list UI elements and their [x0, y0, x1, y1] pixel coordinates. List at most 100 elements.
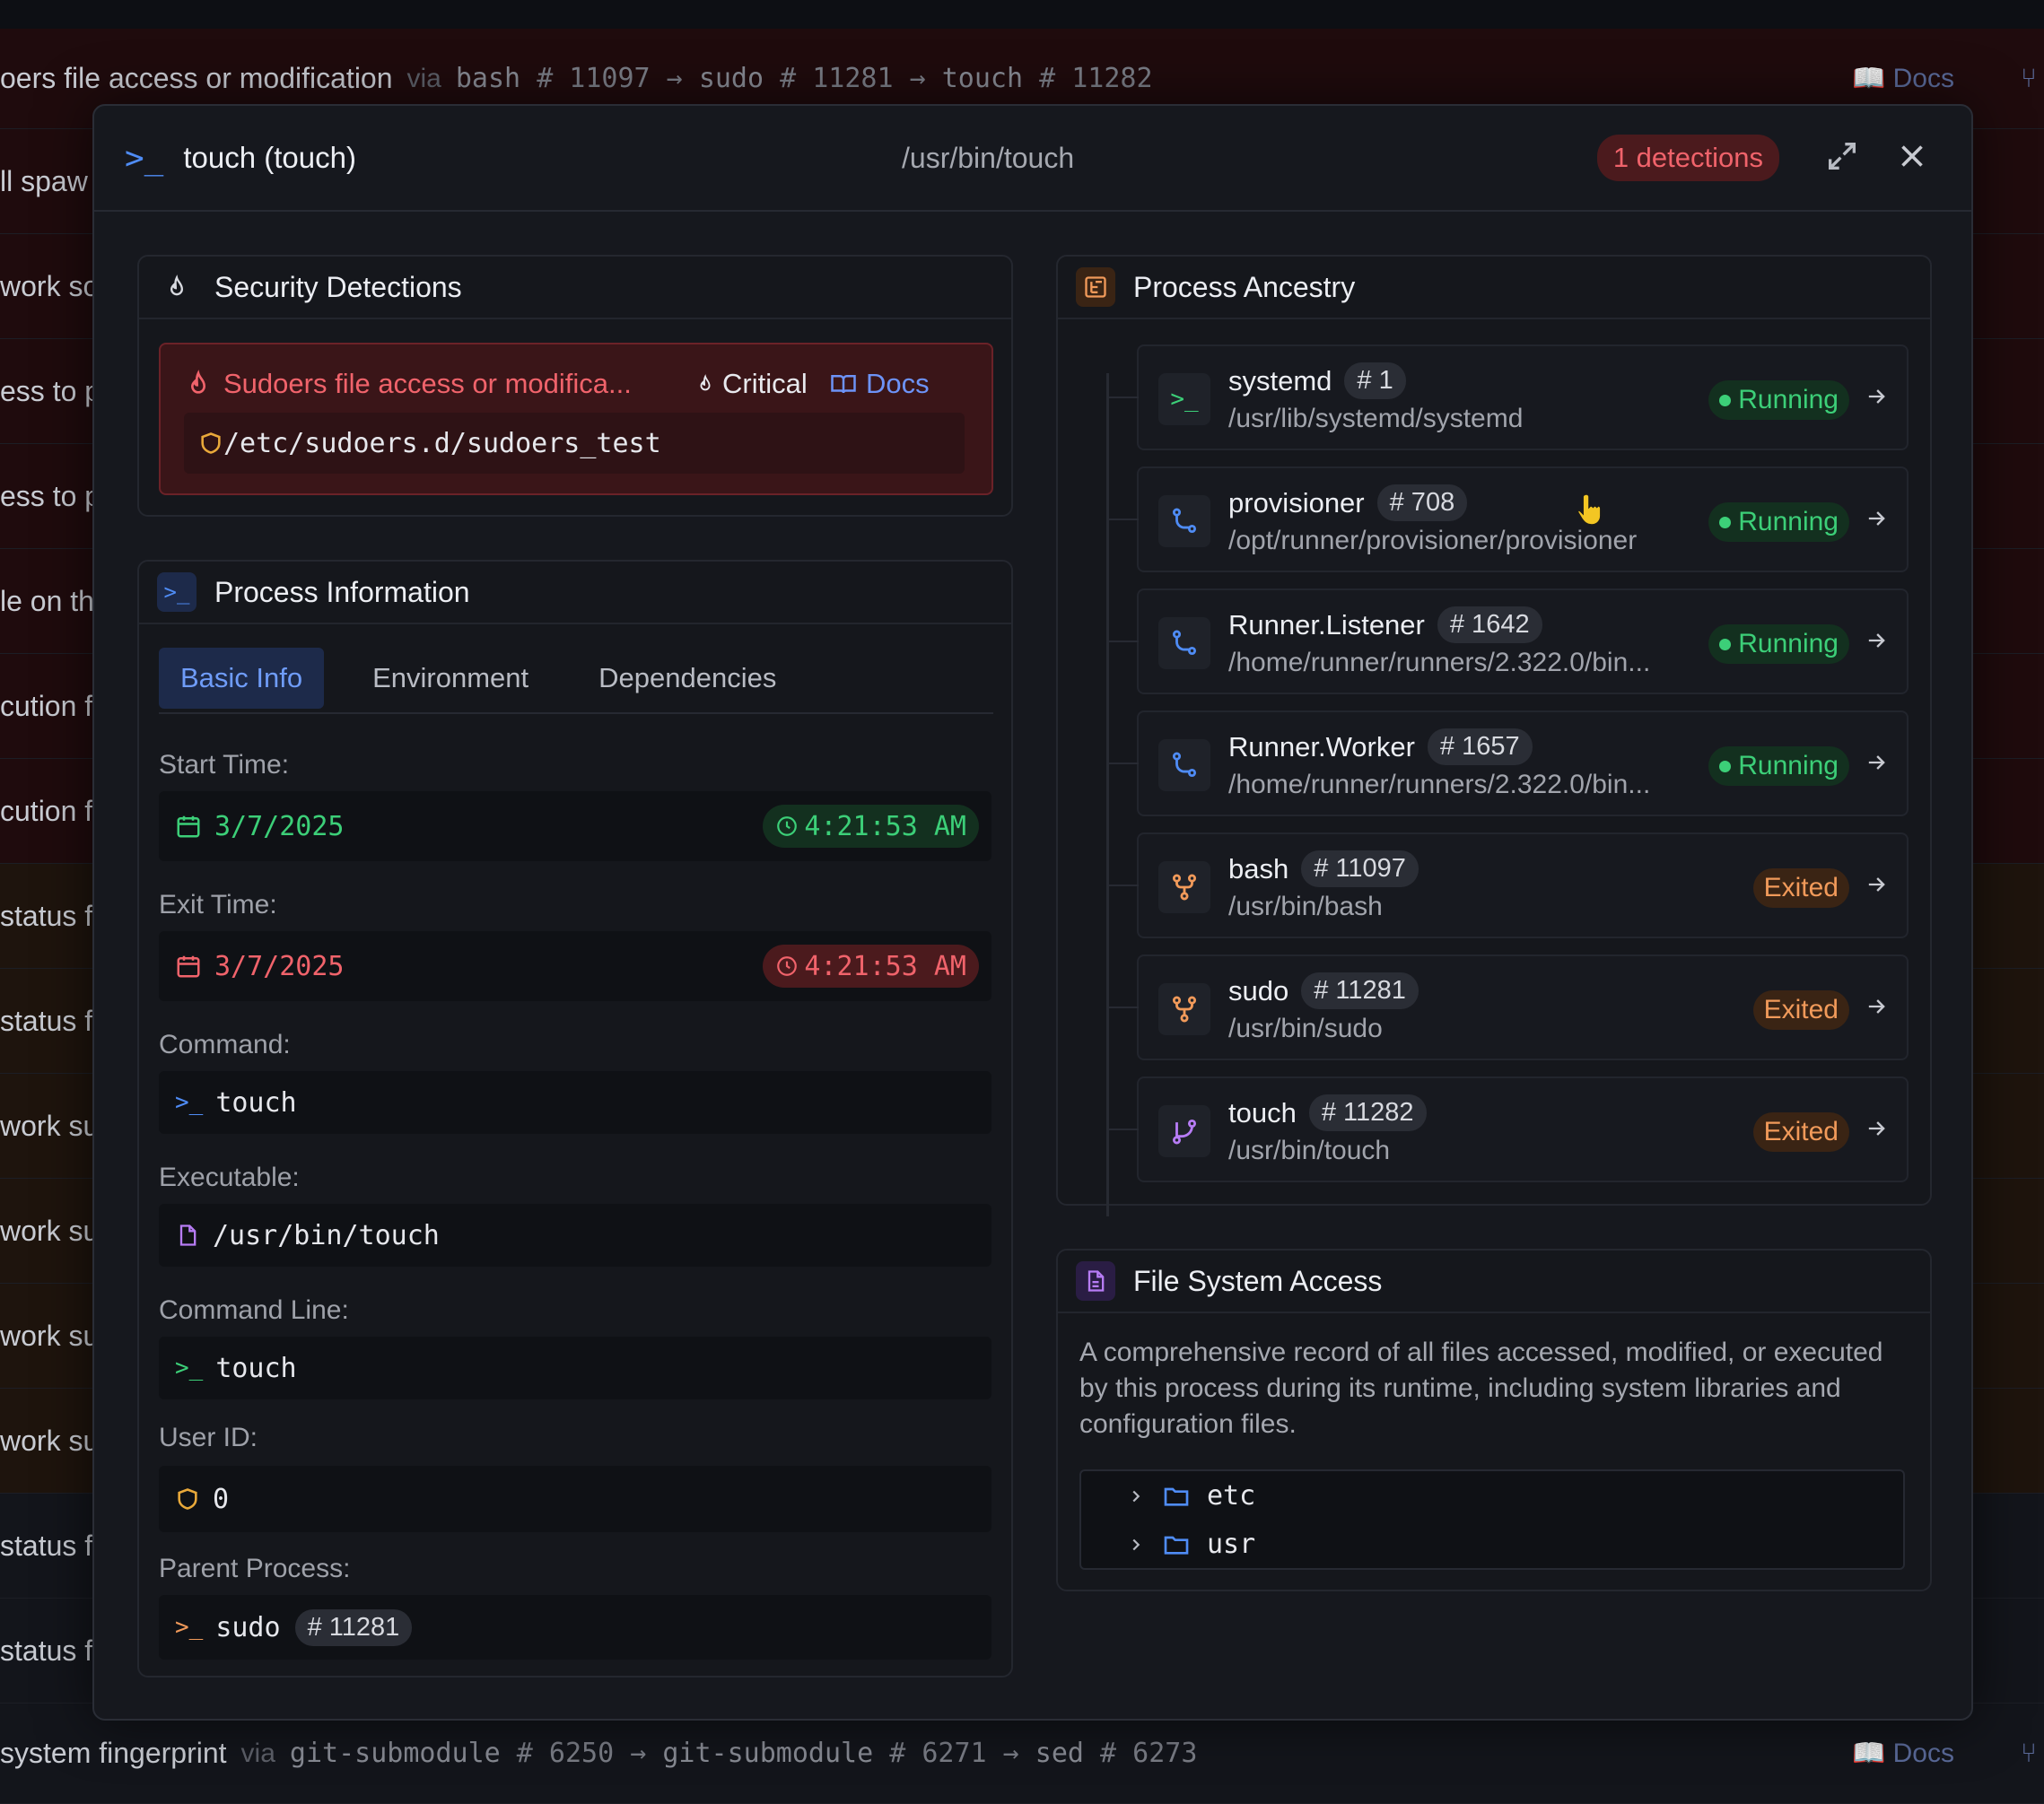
status-label: Exited — [1763, 1117, 1839, 1146]
process-name[interactable]: bash # 11097 — [1228, 850, 1419, 887]
arrow-right-icon[interactable] — [1864, 872, 1889, 897]
ancestry-item[interactable]: touch # 11282 /usr/bin/touch Exited — [1108, 1076, 1909, 1182]
bg-link-icon[interactable]: ⑂ — [2021, 1739, 2037, 1769]
card-title: Process Ancestry — [1133, 270, 1356, 303]
user-id-label: User ID: — [159, 1423, 258, 1452]
parent-process-name[interactable]: sudo — [215, 1612, 280, 1643]
bg-docs-link[interactable]: 📖 Docs — [1852, 63, 1954, 94]
terminal-icon: >_ — [125, 139, 164, 177]
executable-value: /usr/bin/touch — [213, 1219, 440, 1251]
bg-alert-title: status f — [0, 1634, 93, 1667]
arrow-right-icon[interactable] — [1864, 750, 1889, 775]
folder-item-etc[interactable]: etc — [1126, 1480, 1255, 1512]
pid-badge: # 11097 — [1301, 850, 1419, 887]
git-fork-icon — [1158, 983, 1210, 1035]
bg-alert-title: cution f — [0, 689, 93, 722]
ancestry-item[interactable]: bash # 11097 /usr/bin/bash Exited — [1108, 832, 1909, 938]
status-badge: Exited — [1752, 868, 1849, 908]
chevron-right-icon[interactable] — [1126, 1535, 1146, 1555]
tab-dependencies[interactable]: Dependencies — [577, 648, 798, 709]
parent-process-field[interactable]: >_ sudo # 11281 — [159, 1595, 991, 1660]
process-name[interactable]: touch # 11282 — [1228, 1094, 1427, 1131]
terminal-icon: >_ — [175, 1614, 204, 1641]
arrow-right-icon[interactable] — [1864, 384, 1889, 409]
flame-icon — [700, 374, 711, 391]
start-time-value: 4:21:53 AM — [804, 810, 966, 842]
process-name[interactable]: Runner.Worker # 1657 — [1228, 728, 1533, 765]
bg-link-icon[interactable]: ⑂ — [2021, 64, 2037, 94]
status-dot — [1719, 638, 1732, 650]
pid-badge: # 1 — [1344, 362, 1406, 399]
status-dot — [1719, 760, 1732, 772]
exit-time-value: 4:21:53 AM — [804, 950, 966, 982]
modal-path: /usr/bin/touch — [902, 141, 1075, 174]
close-icon[interactable] — [1896, 140, 1928, 172]
pid-badge: # 11282 — [1308, 1094, 1427, 1131]
user-id-value: 0 — [213, 1483, 230, 1515]
ancestry-connector-tick — [1108, 763, 1139, 764]
git-fork-icon — [1158, 861, 1210, 913]
tab-basic-info[interactable]: Basic Info — [159, 648, 325, 709]
process-detail-modal: >_ touch (touch) /usr/bin/touch 1 detect… — [92, 104, 1973, 1721]
bg-alert-title: work su — [0, 1424, 100, 1457]
process-name[interactable]: provisioner # 708 — [1228, 484, 1468, 521]
status-label: Running — [1738, 507, 1839, 536]
tree-icon — [1076, 267, 1115, 307]
status-badge: Running — [1708, 624, 1849, 664]
ancestry-connector-tick — [1108, 1007, 1139, 1008]
card-header: Security Detections — [139, 257, 1011, 319]
process-name[interactable]: systemd # 1 — [1228, 362, 1406, 399]
status-badge: Exited — [1752, 1112, 1849, 1152]
process-name-text: sudo — [1228, 974, 1289, 1007]
process-name[interactable]: sudo # 11281 — [1228, 972, 1419, 1009]
detections-badge[interactable]: 1 detections — [1596, 135, 1779, 181]
ancestry-item[interactable]: Runner.Listener # 1642 /home/runner/runn… — [1108, 588, 1909, 694]
process-name-text: touch — [1228, 1096, 1297, 1129]
arrow-right-icon[interactable] — [1864, 994, 1889, 1019]
status-dot — [1719, 516, 1732, 528]
process-ancestry-card: Process Ancestry >_ systemd # 1 /usr/lib… — [1056, 255, 1932, 1216]
terminal-icon: >_ — [1158, 373, 1210, 425]
arrow-right-icon[interactable] — [1864, 628, 1889, 653]
shield-icon — [178, 1488, 197, 1510]
card-title: File System Access — [1133, 1264, 1383, 1297]
executable-label: Executable: — [159, 1163, 300, 1192]
modal-header: >_ touch (touch) /usr/bin/touch 1 detect… — [94, 106, 1971, 212]
pid-badge: # 11281 — [1301, 972, 1419, 1009]
chevron-right-icon[interactable] — [1126, 1486, 1146, 1506]
arrow-right-icon[interactable] — [1864, 506, 1889, 531]
parent-process-pid: # 11281 — [294, 1608, 413, 1646]
status-label: Running — [1738, 385, 1839, 414]
file-tree: etc usr — [1079, 1469, 1905, 1570]
git-branch-icon — [1158, 739, 1210, 791]
command-line-label: Command Line: — [159, 1295, 349, 1325]
shield-icon — [201, 432, 221, 454]
ancestry-item[interactable]: sudo # 11281 /usr/bin/sudo Exited — [1108, 954, 1909, 1060]
pid-badge: # 1642 — [1437, 606, 1542, 643]
bg-docs-link[interactable]: 📖 Docs — [1852, 1738, 1954, 1769]
bg-alert-title: work su — [0, 1109, 100, 1142]
ancestry-item[interactable]: Runner.Worker # 1657 /home/runner/runner… — [1108, 710, 1909, 816]
card-title: Process Information — [214, 575, 470, 608]
folder-item-usr[interactable]: usr — [1126, 1529, 1255, 1560]
ancestry-connector — [1106, 373, 1109, 1216]
pid-badge: # 708 — [1376, 484, 1468, 521]
detection-title[interactable]: Sudoers file access or modifica... — [223, 368, 632, 400]
detection-file-path: /etc/sudoers.d/sudoers_test — [223, 427, 661, 459]
calendar-icon — [177, 955, 200, 978]
clock-icon — [777, 956, 798, 976]
flame-icon — [190, 370, 206, 394]
bg-alert-title: le on th — [0, 584, 94, 617]
terminal-icon: >_ — [157, 572, 197, 612]
ancestry-item[interactable]: >_ systemd # 1 /usr/lib/systemd/systemd … — [1108, 344, 1909, 450]
detection-item[interactable]: Sudoers file access or modifica... Criti… — [159, 343, 993, 495]
bg-alert-title: status f — [0, 1004, 93, 1037]
process-name[interactable]: Runner.Listener # 1642 — [1228, 606, 1542, 643]
expand-icon[interactable] — [1824, 138, 1860, 174]
arrow-right-icon[interactable] — [1864, 1116, 1889, 1141]
tab-environment[interactable]: Environment — [351, 648, 550, 709]
process-name-text: Runner.Listener — [1228, 608, 1425, 641]
docs-link[interactable]: Docs — [830, 368, 930, 400]
ancestry-item[interactable]: provisioner # 708 /opt/runner/provisione… — [1108, 466, 1909, 572]
process-path: /home/runner/runners/2.322.0/bin... — [1228, 770, 1651, 799]
